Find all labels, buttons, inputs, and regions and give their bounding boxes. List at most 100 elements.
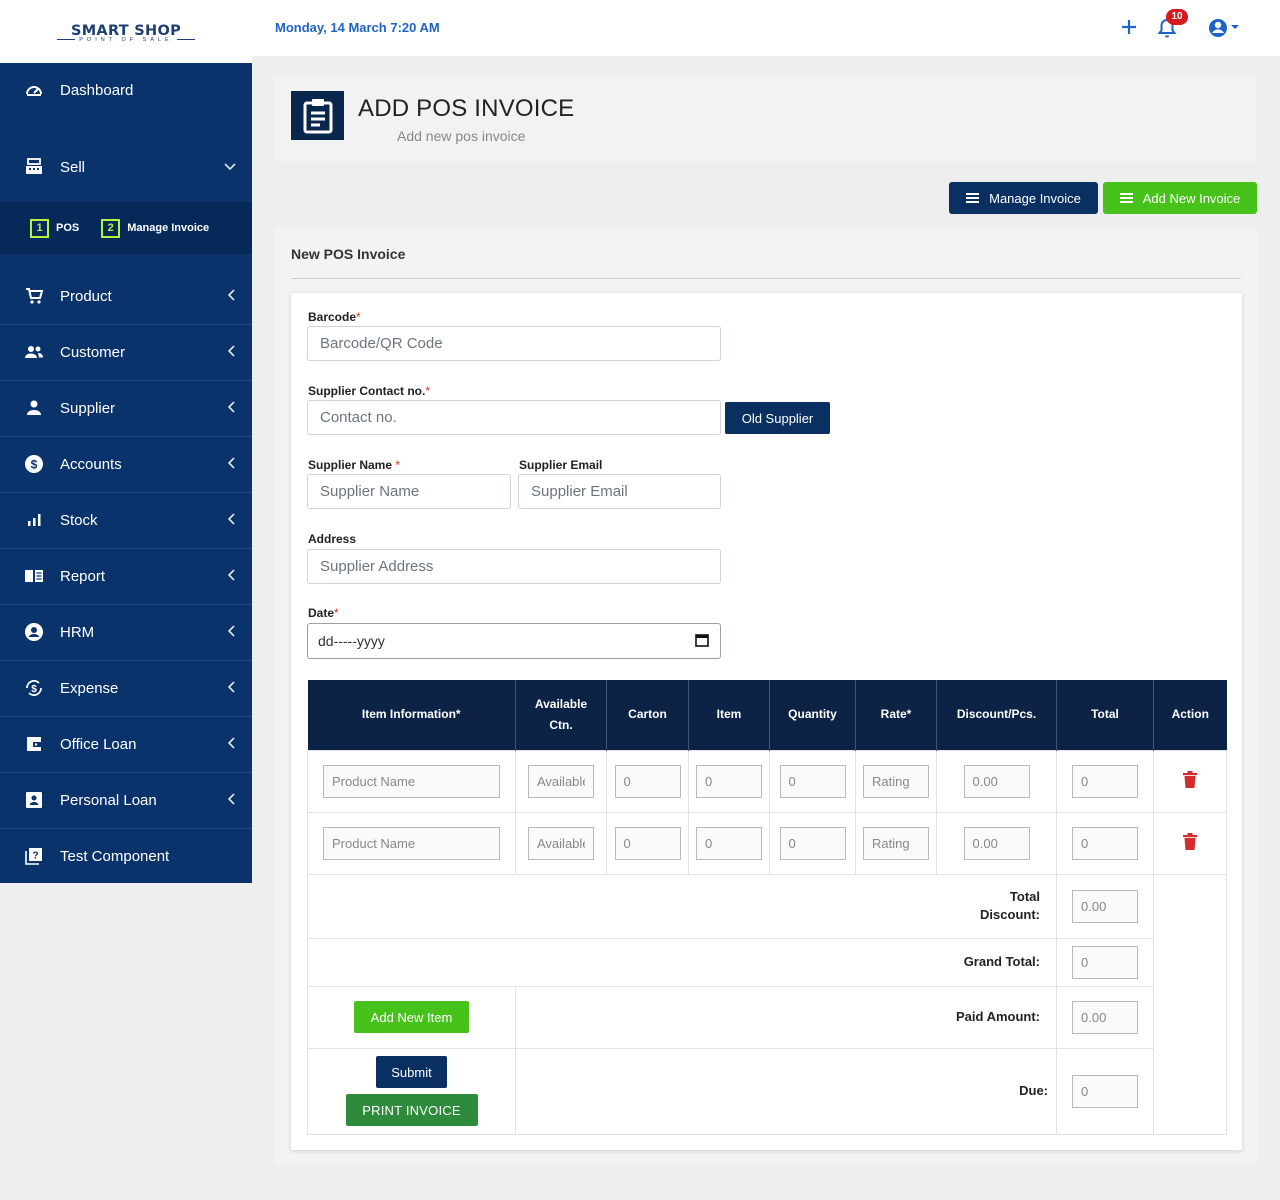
sidebar-item-test-component[interactable]: ? Test Component	[0, 843, 252, 869]
item-input[interactable]	[696, 764, 762, 798]
sidebar-item-accounts[interactable]: $ Accounts	[0, 451, 252, 477]
col-total: Total	[1056, 680, 1154, 750]
sidebar: Dashboard Sell 1 POS 2 Manage Invoice Pr…	[0, 63, 252, 883]
table-row	[307, 811, 1227, 875]
brand-subtitle-row: POINT OF SALE	[57, 36, 195, 43]
book-icon	[24, 566, 44, 586]
sidebar-item-supplier[interactable]: Supplier	[0, 395, 252, 421]
badge-icon	[24, 790, 44, 810]
grand-total-row: Grand Total:	[307, 937, 1227, 987]
quantity-input[interactable]	[779, 826, 846, 860]
submenu-item-pos[interactable]: 1 POS	[30, 218, 79, 238]
sidebar-item-expense[interactable]: $ Expense	[0, 675, 252, 701]
submit-button[interactable]: Submit	[376, 1056, 447, 1088]
sidebar-item-label: HRM	[60, 623, 95, 641]
sidebar-item-product[interactable]: Product	[0, 283, 252, 309]
date-label: Date*	[308, 606, 339, 620]
available-input[interactable]	[528, 826, 594, 860]
table-row	[307, 749, 1227, 813]
sidebar-item-label: Sell	[60, 158, 86, 176]
chevron-left-icon	[227, 512, 236, 528]
delete-row-trash-icon[interactable]	[1183, 771, 1197, 791]
product-name-input[interactable]	[323, 764, 500, 798]
paid-amount-row: Add New Item Paid Amount:	[307, 985, 1227, 1049]
carton-input[interactable]	[614, 826, 681, 860]
brand-subtitle: POINT OF SALE	[79, 36, 173, 43]
sidebar-item-office-loan[interactable]: Office Loan	[0, 731, 252, 757]
brand-logo[interactable]: SMART SHOP POINT OF SALE	[0, 0, 252, 63]
grand-total-label: Grand Total:	[307, 937, 1057, 987]
sidebar-item-stock[interactable]: Stock	[0, 507, 252, 533]
sidebar-item-label: Dashboard	[60, 81, 134, 99]
supplier-contact-input[interactable]	[307, 400, 721, 435]
supplier-email-input[interactable]	[518, 474, 721, 509]
sell-submenu: 1 POS 2 Manage Invoice	[0, 202, 252, 254]
address-label: Address	[308, 532, 357, 546]
chevron-left-icon	[227, 736, 236, 752]
sidebar-item-label: Stock	[60, 511, 98, 529]
chevron-left-icon	[227, 624, 236, 640]
plus-icon[interactable]	[1120, 16, 1138, 43]
manage-invoice-button[interactable]: Manage Invoice	[949, 182, 1098, 214]
submenu-item-manage-invoice[interactable]: 2 Manage Invoice	[101, 218, 209, 238]
print-invoice-button[interactable]: PRINT INVOICE	[345, 1094, 478, 1126]
sidebar-item-hrm[interactable]: HRM	[0, 619, 252, 645]
date-value: dd-----yyyy	[318, 633, 385, 649]
rate-input[interactable]	[863, 764, 929, 798]
chevron-left-icon	[227, 400, 236, 416]
due-row: Submit PRINT INVOICE Due:	[307, 1047, 1227, 1135]
rate-input[interactable]	[863, 826, 929, 860]
sidebar-item-label: Report	[60, 567, 106, 585]
add-new-invoice-button[interactable]: Add New Invoice	[1103, 182, 1257, 214]
svg-text:$: $	[31, 458, 38, 472]
svg-text:?: ?	[32, 851, 38, 862]
total-discount-label: Total Discount:	[307, 873, 1057, 939]
calendar-icon[interactable]	[694, 632, 710, 651]
page-title: ADD POS INVOICE	[358, 95, 575, 122]
barcode-input[interactable]	[307, 326, 721, 361]
person-icon	[24, 398, 44, 418]
grand-total-input[interactable]	[1072, 945, 1138, 979]
sidebar-item-personal-loan[interactable]: Personal Loan	[0, 787, 252, 813]
add-new-item-button[interactable]: Add New Item	[354, 1001, 469, 1033]
discount-input[interactable]	[963, 764, 1030, 798]
barcode-label: Barcode*	[308, 310, 361, 324]
product-name-input[interactable]	[323, 826, 500, 860]
sidebar-item-report[interactable]: Report	[0, 563, 252, 589]
paid-amount-input[interactable]	[1072, 1000, 1138, 1034]
sidebar-item-label: Personal Loan	[60, 791, 157, 809]
old-supplier-button[interactable]: Old Supplier	[725, 402, 830, 434]
col-item-information: Item Information*	[307, 680, 516, 750]
due-input[interactable]	[1072, 1074, 1138, 1108]
total-input[interactable]	[1072, 826, 1138, 860]
item-input[interactable]	[696, 826, 762, 860]
total-input[interactable]	[1072, 764, 1138, 798]
total-discount-row: Total Discount:	[307, 873, 1227, 1135]
date-input[interactable]: dd-----yyyy	[307, 623, 721, 659]
sidebar-item-dashboard[interactable]: Dashboard	[0, 77, 252, 103]
account-menu-icon[interactable]	[1207, 17, 1243, 44]
manage-invoice-number-icon: 2	[101, 218, 121, 238]
delete-row-trash-icon[interactable]	[1183, 833, 1197, 853]
available-input[interactable]	[528, 764, 594, 798]
chevron-down-icon	[224, 160, 236, 174]
menu-icon	[966, 191, 980, 205]
manage-invoice-label: Manage Invoice	[989, 190, 1081, 206]
quantity-input[interactable]	[779, 764, 846, 798]
supplier-name-label: Supplier Name *	[308, 458, 401, 472]
pos-number-icon: 1	[30, 218, 49, 238]
bar-chart-icon	[24, 510, 44, 530]
supplier-name-input[interactable]	[307, 474, 511, 509]
sidebar-item-label: Test Component	[60, 847, 170, 865]
total-discount-input[interactable]	[1072, 889, 1138, 923]
chevron-left-icon	[227, 680, 236, 696]
sidebar-item-customer[interactable]: Customer	[0, 339, 252, 365]
supplier-address-input[interactable]	[307, 549, 721, 584]
col-quantity: Quantity	[769, 680, 856, 750]
notification-badge: 10	[1166, 9, 1188, 25]
discount-input[interactable]	[963, 826, 1030, 860]
carton-input[interactable]	[614, 764, 681, 798]
chevron-left-icon	[227, 344, 236, 360]
sidebar-item-sell[interactable]: Sell	[0, 154, 252, 180]
current-date: Monday, 14 March 7:20 AM	[275, 20, 440, 35]
